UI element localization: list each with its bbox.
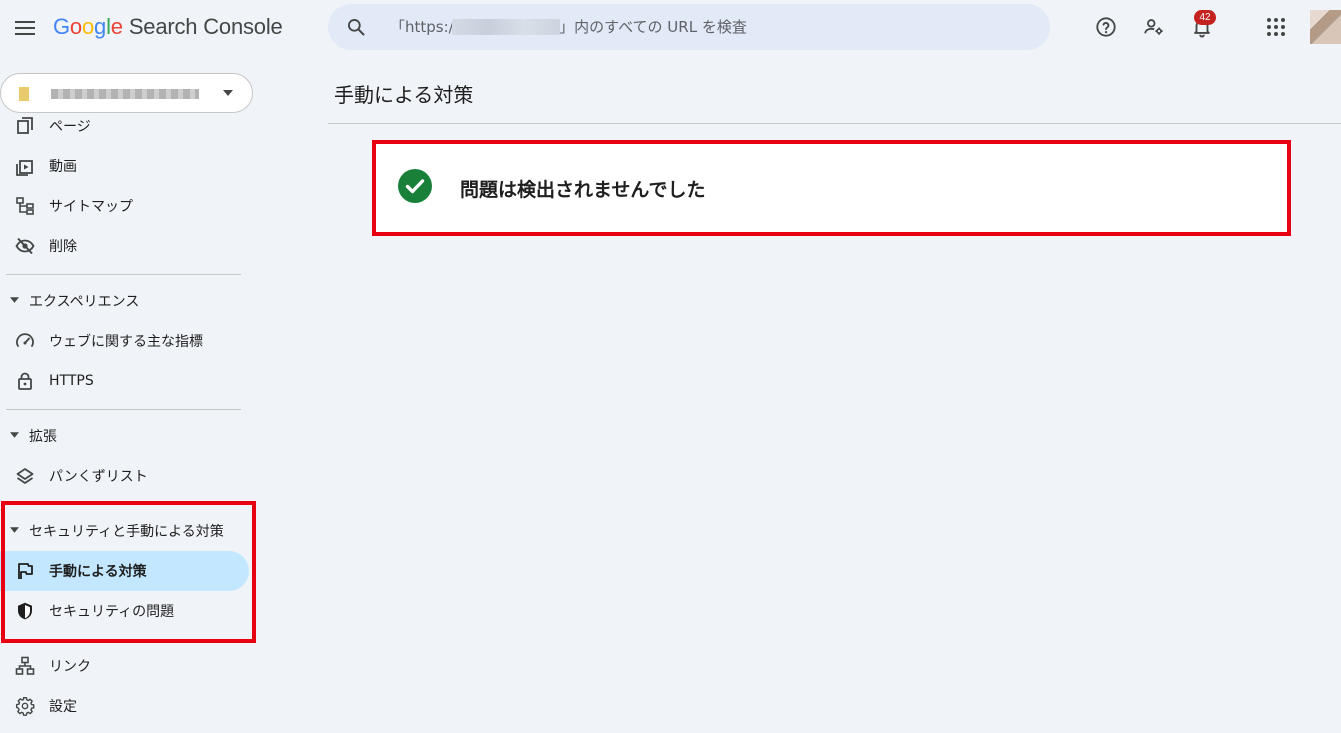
search-input[interactable] [390, 12, 1030, 42]
sidebar-item-label: リンク [49, 659, 91, 675]
sidebar-item-label: パンくずリスト [49, 469, 148, 485]
sidebar-item-label: ページ [49, 119, 91, 135]
section-header-enhancements[interactable]: 拡張 [0, 421, 249, 451]
sidebar-item-label: サイトマップ [49, 199, 133, 215]
check-circle-icon [398, 169, 432, 203]
sidebar-item-label: 削除 [49, 239, 77, 255]
chevron-down-icon [223, 90, 233, 96]
caret-down-icon [10, 297, 19, 303]
section-title: エクスペリエンス [29, 294, 140, 310]
top-app-bar: Google Search Console 42 [0, 0, 1341, 56]
layers-icon [16, 468, 34, 484]
account-avatar[interactable] [1310, 10, 1341, 44]
sidebar-item-video[interactable]: 動画 [0, 146, 249, 186]
notification-count-badge: 42 [1194, 10, 1216, 25]
section-header-security-manual-actions[interactable]: セキュリティと手動による対策 [0, 516, 249, 546]
sidebar-item-label: 動画 [49, 159, 77, 175]
logo-letter: o [69, 14, 82, 39]
removals-icon [15, 237, 35, 255]
product-name: Search Console [128, 14, 283, 39]
manual-actions-result-card: 問題は検出されませんでした [376, 144, 1287, 232]
sidebar-item-https[interactable]: HTTPS [0, 361, 249, 401]
shield-icon [18, 602, 32, 620]
manage-users-button[interactable] [1141, 14, 1167, 40]
links-icon [15, 656, 35, 675]
google-search-console-logo[interactable]: Google Search Console [53, 14, 283, 40]
sidebar-item-security-issues[interactable]: セキュリティの問題 [0, 591, 249, 631]
redacted-property-name [51, 89, 199, 99]
logo-letter: g [94, 14, 107, 39]
result-message: 問題は検出されませんでした [460, 179, 706, 201]
menu-icon [15, 21, 35, 35]
page-title: 手動による対策 [334, 83, 474, 107]
apps-icon [1267, 18, 1285, 36]
google-wordmark: Google [53, 14, 123, 40]
manage-users-icon [1144, 19, 1163, 35]
caret-down-icon [10, 527, 19, 533]
sidebar-item-links[interactable]: リンク [0, 646, 249, 686]
sidebar-item-label: 設定 [49, 699, 77, 715]
flag-icon [18, 563, 33, 579]
title-divider [328, 123, 1341, 124]
sidebar-item-label: 手動による対策 [49, 564, 147, 580]
sidebar-item-breadcrumbs[interactable]: パンくずリスト [0, 456, 249, 496]
logo-letter: e [110, 14, 123, 39]
video-icon [16, 160, 33, 176]
section-header-experience[interactable]: エクスペリエンス [0, 286, 249, 316]
section-title: セキュリティと手動による対策 [29, 524, 224, 540]
search-icon[interactable] [346, 17, 366, 37]
property-favicon [19, 87, 29, 101]
sidebar-item-removals[interactable]: 削除 [0, 226, 249, 266]
lock-icon [18, 372, 32, 390]
apps-button[interactable] [1263, 14, 1289, 40]
sidebar-divider [6, 274, 241, 275]
caret-down-icon [10, 432, 19, 438]
settings-icon [15, 696, 35, 716]
logo-letter: G [53, 14, 70, 39]
pages-icon [17, 117, 33, 134]
speed-icon [16, 333, 34, 347]
section-title: 拡張 [29, 429, 57, 445]
sitemap-icon [16, 197, 34, 215]
sidebar-divider [6, 409, 241, 410]
menu-button[interactable] [10, 13, 40, 43]
property-selector[interactable] [0, 73, 253, 113]
url-inspection-search[interactable] [328, 4, 1050, 50]
sidebar-item-label: セキュリティの問題 [49, 604, 175, 620]
help-button[interactable] [1093, 14, 1119, 40]
sidebar-item-sitemaps[interactable]: サイトマップ [0, 186, 249, 226]
logo-letter: o [81, 14, 95, 39]
sidebar-item-core-web-vitals[interactable]: ウェブに関する主な指標 [0, 321, 249, 361]
sidebar-item-label: ウェブに関する主な指標 [49, 334, 203, 350]
sidebar-item-label: HTTPS [49, 373, 94, 389]
sidebar-item-manual-actions[interactable]: 手動による対策 [0, 551, 249, 591]
sidebar-item-settings[interactable]: 設定 [0, 686, 249, 726]
help-icon [1096, 17, 1116, 37]
